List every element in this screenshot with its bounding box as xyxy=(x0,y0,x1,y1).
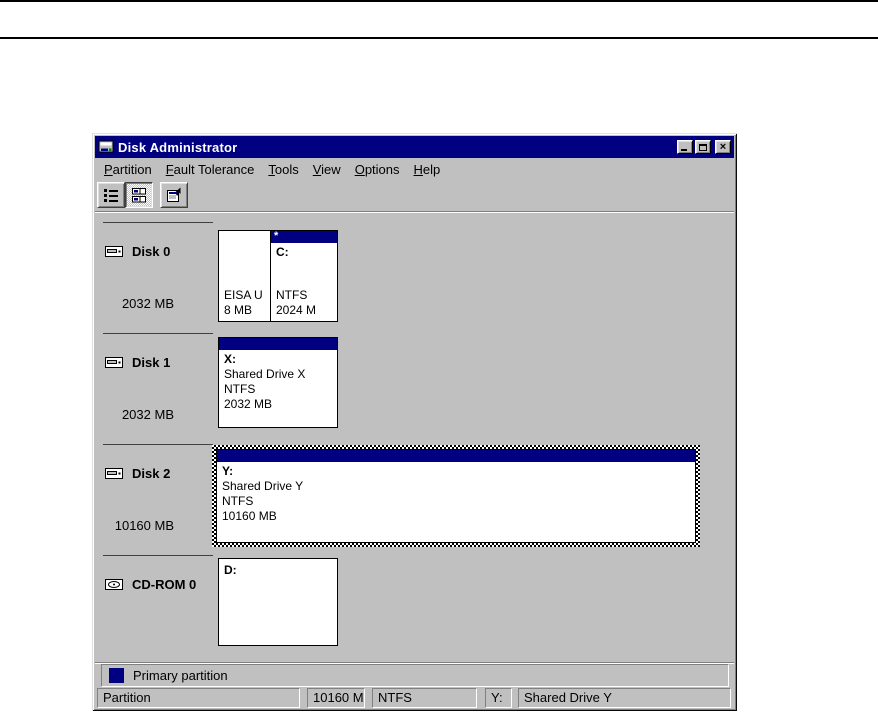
maximize-button[interactable] xyxy=(695,140,711,154)
partition-label: EISA U xyxy=(224,288,263,303)
disk-1-label: Disk 1 xyxy=(105,354,170,370)
device-name: Disk 1 xyxy=(132,355,170,370)
hard-disk-icon xyxy=(105,246,123,257)
disk-2-label: Disk 2 xyxy=(105,465,170,481)
volume-label: Shared Drive Y xyxy=(222,479,695,494)
maximize-icon xyxy=(699,144,707,151)
partition-disk0-eisa[interactable]: EISA U 8 MB xyxy=(218,230,271,322)
partition-cdrom-d[interactable]: D: xyxy=(218,558,338,646)
partition-size: 2024 M xyxy=(276,303,316,318)
filesystem: NTFS xyxy=(224,382,337,397)
drive-letter: X: xyxy=(224,352,337,367)
disk-regions-view-button[interactable] xyxy=(125,182,153,208)
window-title: Disk Administrator xyxy=(118,140,675,155)
row-separator xyxy=(103,222,213,223)
minimize-button[interactable] xyxy=(677,140,693,154)
menubar: Partition Fault Tolerance Tools View Opt… xyxy=(95,158,734,180)
drive-letter: D: xyxy=(219,559,337,578)
partition-disk2-y-selected[interactable]: Y: Shared Drive Y NTFS 10160 MB xyxy=(216,449,696,543)
menu-fault-tolerance[interactable]: Fault Tolerance xyxy=(159,160,262,179)
active-partition-marker: * xyxy=(274,230,278,242)
menu-view[interactable]: View xyxy=(306,160,348,179)
legend-list-view-button[interactable] xyxy=(97,182,125,208)
primary-partition-bar xyxy=(219,338,337,350)
drive-letter: C: xyxy=(271,243,337,260)
partition-text: EISA U 8 MB xyxy=(224,288,263,318)
properties-button[interactable] xyxy=(160,182,188,208)
legend-list-icon xyxy=(103,187,119,203)
drive-letter: Y: xyxy=(222,464,695,479)
primary-partition-bar: * xyxy=(271,231,337,243)
disk-0-size: 2032 MB xyxy=(106,296,174,311)
volume-label: Shared Drive X xyxy=(224,367,337,382)
titlebar[interactable]: Disk Administrator × xyxy=(95,136,734,158)
selection-border: Y: Shared Drive Y NTFS 10160 MB xyxy=(212,445,700,547)
properties-icon xyxy=(166,187,182,203)
disk-administrator-icon[interactable] xyxy=(98,139,114,155)
menu-options[interactable]: Options xyxy=(348,160,407,179)
menu-partition[interactable]: Partition xyxy=(97,160,159,179)
row-separator xyxy=(103,555,213,556)
cdrom-0-label: CD-ROM 0 xyxy=(105,576,196,592)
status-bar: Partition 10160 MB NTFS Y: Shared Drive … xyxy=(95,687,734,709)
status-drive-letter: Y: xyxy=(485,688,512,708)
primary-partition-swatch xyxy=(109,668,124,683)
legend-separator xyxy=(95,662,734,663)
close-button[interactable]: × xyxy=(715,140,731,154)
partition-text: X: Shared Drive X NTFS 2032 MB xyxy=(219,350,337,412)
toolbar xyxy=(95,180,734,212)
filesystem: NTFS xyxy=(276,288,316,303)
menu-help[interactable]: Help xyxy=(407,160,448,179)
close-icon: × xyxy=(720,142,726,152)
hard-disk-icon xyxy=(105,468,123,479)
status-size: 10160 MB xyxy=(307,688,365,708)
page-top-rule xyxy=(0,0,878,2)
partition-text: Y: Shared Drive Y NTFS 10160 MB xyxy=(217,462,695,524)
partition-size: 8 MB xyxy=(224,303,263,318)
status-volume-label: Shared Drive Y xyxy=(518,688,731,708)
minimize-icon xyxy=(681,149,687,151)
filesystem: NTFS xyxy=(222,494,695,509)
partition-size: 2032 MB xyxy=(224,397,337,412)
disk-regions-icon xyxy=(131,187,147,203)
status-filesystem: NTFS xyxy=(372,688,477,708)
partition-disk1-x[interactable]: X: Shared Drive X NTFS 2032 MB xyxy=(218,337,338,428)
page-header-rule xyxy=(0,37,878,39)
legend-bar: Primary partition xyxy=(101,664,729,687)
device-name: CD-ROM 0 xyxy=(132,577,196,592)
partition-disk0-c[interactable]: * C: NTFS 2024 M xyxy=(270,230,338,322)
disk-0-label: Disk 0 xyxy=(105,243,170,259)
disk-1-size: 2032 MB xyxy=(106,407,174,422)
hard-disk-icon xyxy=(105,357,123,368)
row-separator xyxy=(103,333,213,334)
device-name: Disk 0 xyxy=(132,244,170,259)
primary-partition-bar xyxy=(217,450,695,462)
disk-administrator-window: Disk Administrator × Partition Fault Tol… xyxy=(92,133,737,711)
row-separator xyxy=(103,444,213,445)
disk-2-size: 10160 MB xyxy=(106,518,174,533)
cdrom-icon xyxy=(105,579,123,590)
partition-size: 10160 MB xyxy=(222,509,695,524)
legend-label: Primary partition xyxy=(133,668,228,683)
menu-tools[interactable]: Tools xyxy=(261,160,305,179)
device-name: Disk 2 xyxy=(132,466,170,481)
status-object-type: Partition xyxy=(97,688,300,708)
partition-text: NTFS 2024 M xyxy=(276,288,316,318)
